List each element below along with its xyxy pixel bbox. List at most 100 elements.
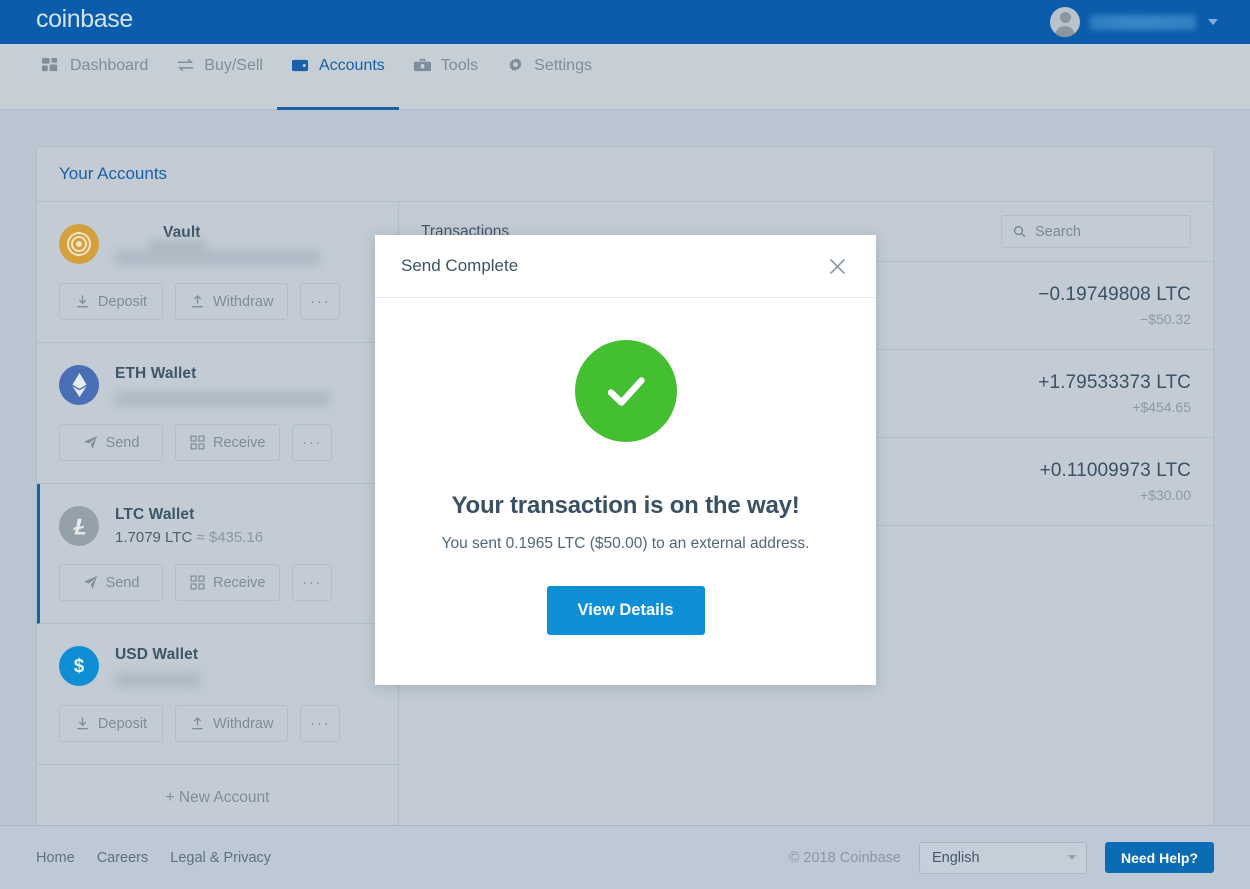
user-name-redacted xyxy=(1090,14,1196,30)
nav-label-settings: Settings xyxy=(534,56,592,74)
send-label: Send xyxy=(105,434,140,451)
exchange-arrows-icon xyxy=(178,58,194,72)
account-balance-ltc-wallet: 1.7079 LTC ≈ $435.16 xyxy=(115,529,376,546)
modal-header: Send Complete xyxy=(375,235,876,298)
footer-link-careers[interactable]: Careers xyxy=(97,850,149,866)
send-complete-modal: Send Complete Your transaction is on the… xyxy=(375,235,876,685)
transaction-fiat-amount: +$454.65 xyxy=(1132,399,1191,415)
page-footer: Home Careers Legal & Privacy © 2018 Coin… xyxy=(0,825,1250,889)
modal-message: You sent 0.1965 LTC ($50.00) to an exter… xyxy=(441,535,810,552)
account-balance-redacted xyxy=(115,251,320,265)
deposit-label: Deposit xyxy=(97,293,148,310)
ltc-balance-crypto: 1.7079 LTC xyxy=(115,529,193,546)
footer-links: Home Careers Legal & Privacy xyxy=(36,850,271,866)
toolbox-icon xyxy=(413,58,431,72)
account-actions-ltc: Send Receive ··· xyxy=(59,564,376,601)
send-label: Send xyxy=(105,574,140,591)
page-title: Your Accounts xyxy=(59,164,168,183)
deposit-button[interactable]: Deposit xyxy=(59,705,163,742)
send-button[interactable]: Send xyxy=(59,564,163,601)
language-select[interactable]: English xyxy=(918,841,1087,874)
account-item-eth-wallet[interactable]: ETH Wallet Send Receive ··· xyxy=(37,343,398,484)
more-dots-icon[interactable]: ··· xyxy=(300,283,341,320)
account-actions-vault: Deposit Withdraw ··· xyxy=(59,283,376,320)
transaction-fiat-amount: −$50.32 xyxy=(1140,311,1191,327)
nav-label-tools: Tools xyxy=(440,56,479,74)
need-help-button[interactable]: Need Help? xyxy=(1104,842,1214,873)
paper-plane-icon xyxy=(83,575,97,590)
nav-label-buy-sell: Buy/Sell xyxy=(204,56,263,74)
top-brand-bar: coinbase xyxy=(0,0,1250,44)
transaction-crypto-amount: +0.11009973 LTC xyxy=(1039,460,1191,481)
chevron-down-icon xyxy=(1067,855,1076,860)
qr-code-icon xyxy=(190,575,205,590)
ltc-balance-fiat: ≈ $435.16 xyxy=(196,529,264,546)
nav-item-tools[interactable]: Tools xyxy=(399,44,492,109)
main-navigation: Dashboard Buy/Sell Accounts Tools Settin… xyxy=(0,44,1250,110)
search-input[interactable] xyxy=(1035,223,1179,240)
view-details-button[interactable]: View Details xyxy=(546,586,705,635)
upload-arrow-icon xyxy=(192,294,203,308)
footer-right: © 2018 Coinbase English Need Help? xyxy=(788,841,1214,874)
transaction-fiat-amount: +$30.00 xyxy=(1140,487,1191,503)
search-box[interactable] xyxy=(1001,215,1191,248)
send-button[interactable]: Send xyxy=(59,424,163,461)
account-name-ltc-wallet: LTC Wallet xyxy=(115,506,195,523)
user-avatar-icon xyxy=(1050,7,1080,37)
account-item-vault[interactable]: Vault Deposit Withdraw ··· xyxy=(37,202,398,343)
receive-button[interactable]: Receive xyxy=(175,424,281,461)
account-balance-redacted xyxy=(115,392,330,406)
account-actions-usd: Deposit Withdraw ··· xyxy=(59,705,376,742)
copyright-text: © 2018 Coinbase xyxy=(788,849,901,866)
close-x-icon[interactable] xyxy=(824,253,850,279)
nav-item-settings[interactable]: Settings xyxy=(492,44,606,109)
qr-code-icon xyxy=(190,435,205,450)
nav-item-accounts[interactable]: Accounts xyxy=(276,44,399,110)
check-circle-icon xyxy=(574,340,677,442)
litecoin-icon xyxy=(59,506,99,546)
withdraw-button[interactable]: Withdraw xyxy=(175,283,289,320)
download-arrow-icon xyxy=(77,717,88,730)
more-dots-icon[interactable]: ··· xyxy=(300,705,341,742)
accounts-list: Vault Deposit Withdraw ··· ETH Wallet Se… xyxy=(37,202,399,831)
account-balance-redacted xyxy=(115,673,200,687)
nav-label-accounts: Accounts xyxy=(318,56,385,74)
nav-item-dashboard[interactable]: Dashboard xyxy=(28,44,162,109)
account-item-usd-wallet[interactable]: $ USD Wallet Deposit Withdraw ··· xyxy=(37,624,398,765)
modal-heading: Your transaction is on the way! xyxy=(451,492,800,519)
modal-title: Send Complete xyxy=(401,256,519,275)
nav-label-dashboard: Dashboard xyxy=(70,56,149,74)
svg-text:$: $ xyxy=(74,656,85,677)
search-icon xyxy=(1014,226,1026,238)
account-name-eth-wallet: ETH Wallet xyxy=(115,365,197,382)
deposit-label: Deposit xyxy=(97,715,148,732)
account-item-ltc-wallet[interactable]: LTC Wallet 1.7079 LTC ≈ $435.16 Send Rec… xyxy=(37,484,398,624)
download-arrow-icon xyxy=(77,295,88,308)
account-name-usd-wallet: USD Wallet xyxy=(115,646,199,663)
wallet-icon xyxy=(291,59,309,72)
nav-item-buy-sell[interactable]: Buy/Sell xyxy=(162,44,277,109)
coinbase-logo[interactable]: coinbase xyxy=(36,5,133,34)
deposit-button[interactable]: Deposit xyxy=(59,283,163,320)
accounts-card-header: Your Accounts xyxy=(37,147,1213,202)
user-menu[interactable] xyxy=(1050,0,1218,44)
dollar-icon: $ xyxy=(59,646,99,686)
new-account-button[interactable]: + New Account xyxy=(37,765,398,831)
receive-label: Receive xyxy=(213,574,266,591)
transaction-crypto-amount: −0.19749808 LTC xyxy=(1038,284,1191,305)
chevron-down-icon[interactable] xyxy=(1208,19,1218,25)
more-dots-icon[interactable]: ··· xyxy=(292,564,333,601)
withdraw-button[interactable]: Withdraw xyxy=(175,705,289,742)
account-actions-eth: Send Receive ··· xyxy=(59,424,376,461)
modal-body: Your transaction is on the way! You sent… xyxy=(375,298,876,685)
receive-button[interactable]: Receive xyxy=(175,564,281,601)
more-dots-icon[interactable]: ··· xyxy=(292,424,333,461)
gear-icon xyxy=(509,58,522,71)
footer-link-legal-privacy[interactable]: Legal & Privacy xyxy=(170,850,271,866)
upload-arrow-icon xyxy=(192,716,203,730)
language-value: English xyxy=(931,849,980,866)
withdraw-label: Withdraw xyxy=(213,715,274,732)
dashboard-grid-icon xyxy=(42,57,58,72)
vault-dial-icon xyxy=(59,224,99,264)
footer-link-home[interactable]: Home xyxy=(36,850,75,866)
